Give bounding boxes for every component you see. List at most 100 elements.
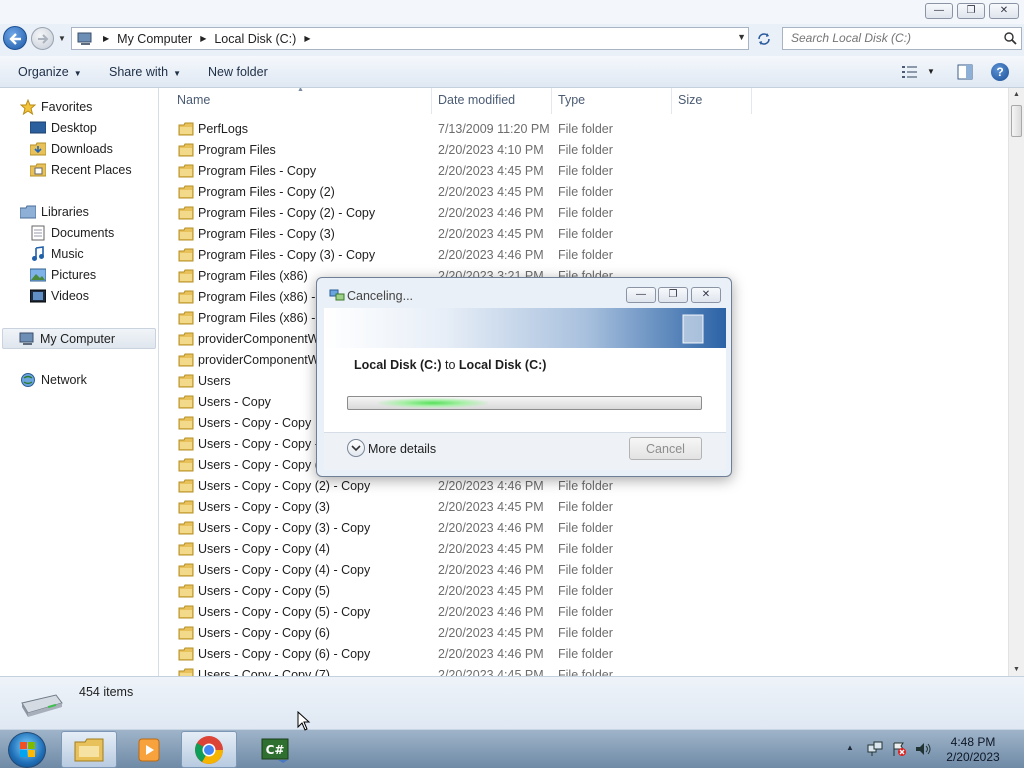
table-row[interactable]: Program Files - Copy (3) - Copy 2/20/2023…: [174, 245, 754, 266]
nav-videos[interactable]: Videos: [30, 288, 89, 304]
nav-desktop[interactable]: Desktop: [30, 120, 97, 136]
address-dropdown-icon[interactable]: ▼: [737, 32, 746, 42]
start-button[interactable]: [8, 732, 46, 768]
file-name[interactable]: Program Files - Copy: [198, 164, 316, 178]
share-with-menu[interactable]: Share with ▼: [109, 65, 181, 79]
table-row[interactable]: Users - Copy - Copy (3) - Copy 2/20/2023 …: [174, 518, 754, 539]
forward-button[interactable]: [31, 27, 54, 50]
file-name[interactable]: Users - Copy - Copy (4): [198, 542, 330, 556]
file-name[interactable]: Program Files (x86) - C: [198, 311, 328, 325]
nav-documents[interactable]: Documents: [30, 225, 114, 241]
breadcrumb-separator-icon[interactable]: ▶: [103, 34, 109, 43]
nav-network[interactable]: Network: [20, 372, 87, 388]
column-divider[interactable]: [751, 88, 752, 114]
dialog-close-button[interactable]: ✕: [691, 287, 721, 303]
change-view-icon[interactable]: [902, 65, 918, 79]
taskbar-chrome[interactable]: [181, 731, 237, 768]
file-name[interactable]: Users - Copy - Copy (2) - Copy: [198, 479, 370, 493]
organize-menu[interactable]: Organize ▼: [18, 65, 82, 79]
taskbar-csharp-app[interactable]: C#: [247, 731, 303, 768]
table-row[interactable]: Program Files - Copy (2) 2/20/2023 4:45 P…: [174, 182, 754, 203]
column-header-type[interactable]: Type: [558, 93, 585, 107]
file-name[interactable]: providerComponentW: [198, 332, 320, 346]
file-name[interactable]: Users - Copy - Copy (7): [198, 668, 330, 676]
scroll-down-icon[interactable]: ▼: [1013, 666, 1020, 673]
minimize-button[interactable]: —: [925, 3, 953, 19]
file-name[interactable]: Users - Copy - Copy (5) - Copy: [198, 605, 370, 619]
table-row[interactable]: Users - Copy - Copy (7) 2/20/2023 4:45 PM…: [174, 665, 754, 676]
table-row[interactable]: Users - Copy - Copy (2) - Copy 2/20/2023 …: [174, 476, 754, 497]
taskbar-clock[interactable]: 4:48 PM 2/20/2023: [938, 735, 1008, 765]
new-folder-button[interactable]: New folder: [208, 65, 268, 79]
column-divider[interactable]: [551, 88, 552, 114]
file-name[interactable]: Program Files (x86): [198, 269, 308, 283]
close-button[interactable]: ✕: [989, 3, 1019, 19]
table-row[interactable]: Program Files - Copy 2/20/2023 4:45 PM Fil…: [174, 161, 754, 182]
file-name[interactable]: Users - Copy - Copy (6): [198, 626, 330, 640]
taskbar-explorer[interactable]: [61, 731, 117, 768]
file-name[interactable]: Users - Copy: [198, 395, 271, 409]
nav-favorites[interactable]: Favorites: [20, 99, 92, 115]
table-row[interactable]: Program Files - Copy (2) - Copy 2/20/2023…: [174, 203, 754, 224]
nav-pictures[interactable]: Pictures: [30, 267, 96, 283]
file-name[interactable]: Program Files - Copy (2) - Copy: [198, 206, 375, 220]
cancel-button[interactable]: Cancel: [629, 437, 702, 460]
show-hidden-icons-icon[interactable]: ▲: [846, 743, 854, 752]
file-name[interactable]: Users - Copy - Copy (4) - Copy: [198, 563, 370, 577]
volume-icon[interactable]: [914, 741, 932, 757]
search-box[interactable]: [782, 27, 1022, 50]
file-name[interactable]: PerfLogs: [198, 122, 248, 136]
table-row[interactable]: Users - Copy - Copy (6) - Copy 2/20/2023 …: [174, 644, 754, 665]
scroll-up-icon[interactable]: ▲: [1013, 91, 1020, 98]
file-name[interactable]: Users - Copy - Copy -: [198, 437, 319, 451]
breadcrumb-separator-icon[interactable]: ▶: [200, 34, 206, 43]
column-divider[interactable]: [671, 88, 672, 114]
column-header-date-modified[interactable]: Date modified: [438, 93, 515, 107]
file-name[interactable]: Program Files - Copy (3): [198, 227, 335, 241]
vertical-scrollbar[interactable]: ▲ ▼: [1008, 88, 1024, 676]
file-name[interactable]: Users - Copy - Copy (3) - Copy: [198, 521, 370, 535]
table-row[interactable]: Users - Copy - Copy (4) - Copy 2/20/2023 …: [174, 560, 754, 581]
column-header-size[interactable]: Size: [678, 93, 702, 107]
dialog-maximize-button[interactable]: ❐: [658, 287, 688, 303]
column-divider[interactable]: [431, 88, 432, 114]
help-icon[interactable]: ?: [991, 63, 1009, 81]
nav-downloads[interactable]: Downloads: [30, 141, 113, 157]
table-row[interactable]: Users - Copy - Copy (3) 2/20/2023 4:45 PM…: [174, 497, 754, 518]
file-name[interactable]: Users: [198, 374, 231, 388]
action-center-flag-icon[interactable]: [891, 741, 907, 757]
file-name[interactable]: Users - Copy - Copy (5): [198, 584, 330, 598]
preview-pane-icon[interactable]: [957, 64, 973, 80]
search-icon[interactable]: [1003, 31, 1017, 45]
back-button[interactable]: [3, 26, 27, 50]
file-name[interactable]: Program Files: [198, 143, 276, 157]
file-name[interactable]: Users - Copy - Copy (3): [198, 500, 330, 514]
search-input[interactable]: [789, 28, 999, 48]
taskbar-media-player[interactable]: [121, 731, 177, 768]
address-bar[interactable]: ▶ My Computer ▶ Local Disk (C:) ▶ ▼: [71, 27, 749, 50]
column-header-name[interactable]: Name: [177, 93, 210, 107]
file-name[interactable]: Users - Copy - Copy: [198, 416, 311, 430]
file-name[interactable]: providerComponentW: [198, 353, 320, 367]
nav-recent-places[interactable]: Recent Places: [30, 162, 132, 178]
table-row[interactable]: Users - Copy - Copy (6) 2/20/2023 4:45 PM…: [174, 623, 754, 644]
breadcrumb-local-disk[interactable]: Local Disk (C:): [214, 32, 296, 46]
more-details-label[interactable]: More details: [368, 442, 436, 456]
file-name[interactable]: Users - Copy - Copy (2: [198, 458, 326, 472]
table-row[interactable]: Users - Copy - Copy (4) 2/20/2023 4:45 PM…: [174, 539, 754, 560]
table-row[interactable]: Program Files 2/20/2023 4:10 PM File folde…: [174, 140, 754, 161]
dialog-minimize-button[interactable]: —: [626, 287, 656, 303]
file-name[interactable]: Program Files (x86) - C: [198, 290, 328, 304]
file-name[interactable]: Users - Copy - Copy (6) - Copy: [198, 647, 370, 661]
refresh-button[interactable]: [752, 27, 776, 50]
file-name[interactable]: Program Files - Copy (2): [198, 185, 335, 199]
table-row[interactable]: Users - Copy - Copy (5) 2/20/2023 4:45 PM…: [174, 581, 754, 602]
table-row[interactable]: Program Files - Copy (3) 2/20/2023 4:45 P…: [174, 224, 754, 245]
file-name[interactable]: Program Files - Copy (3) - Copy: [198, 248, 375, 262]
nav-music[interactable]: Music: [30, 246, 84, 262]
table-row[interactable]: PerfLogs 7/13/2009 11:20 PM File folder: [174, 119, 754, 140]
breadcrumb-separator-icon[interactable]: ▶: [304, 34, 310, 43]
breadcrumb-my-computer[interactable]: My Computer: [117, 32, 192, 46]
more-details-toggle[interactable]: [347, 439, 365, 457]
nav-libraries[interactable]: Libraries: [20, 204, 89, 220]
